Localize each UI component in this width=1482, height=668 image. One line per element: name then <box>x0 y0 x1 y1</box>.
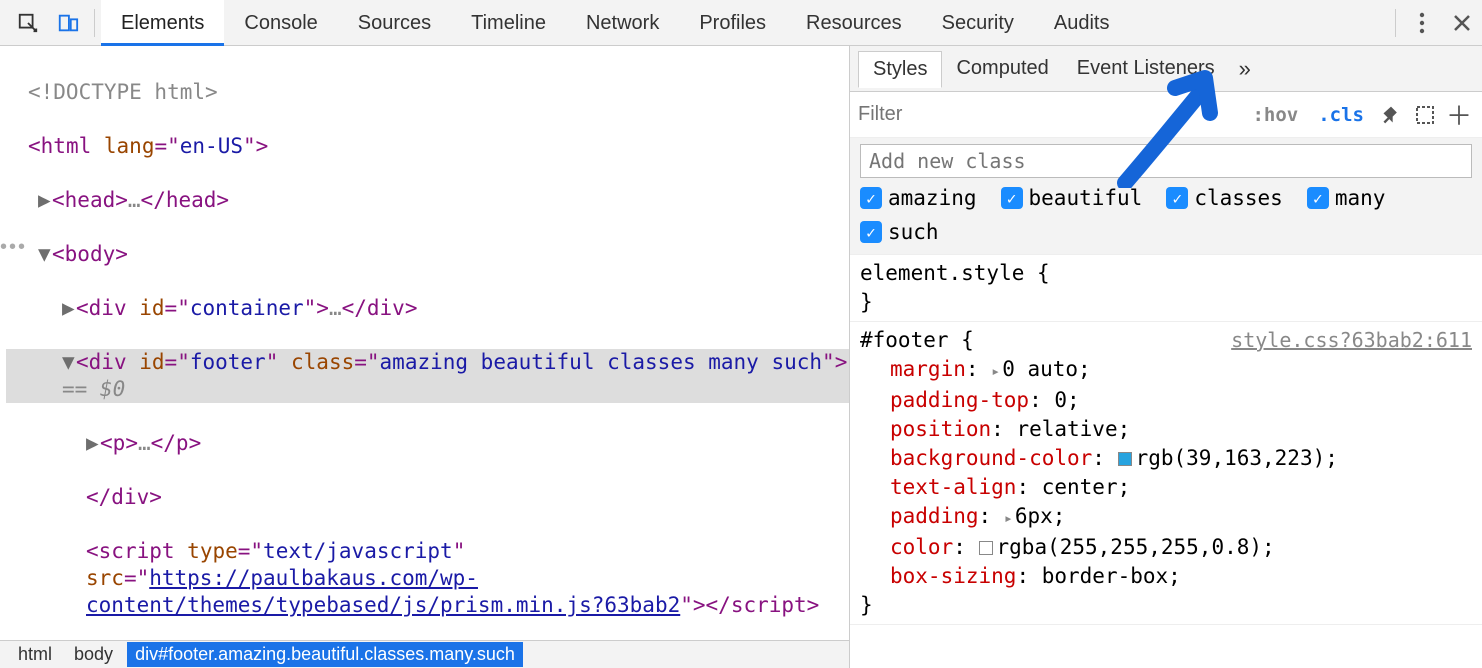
checkbox-checked-icon: ✓ <box>1307 187 1329 209</box>
class-editor: ✓amazing ✓beautiful ✓classes ✓many ✓such <box>850 138 1482 255</box>
color-swatch-icon[interactable] <box>979 541 993 555</box>
selected-dom-node[interactable]: ▼<div id="footer" class="amazing beautif… <box>6 349 849 403</box>
class-toggle-such[interactable]: ✓such <box>860 220 939 244</box>
expand-toggle-icon[interactable]: ▶ <box>86 430 98 457</box>
devtools-tab-audits[interactable]: Audits <box>1034 0 1130 46</box>
devtools-tab-resources[interactable]: Resources <box>786 0 922 46</box>
devtools-tab-profiles[interactable]: Profiles <box>679 0 786 46</box>
devtools-tab-network[interactable]: Network <box>566 0 679 46</box>
elements-panel: ••• <!DOCTYPE html> <html lang="en-US"> … <box>0 46 850 668</box>
devtools-tab-bar: ElementsConsoleSourcesTimelineNetworkPro… <box>0 0 1482 46</box>
checkbox-checked-icon: ✓ <box>860 221 882 243</box>
layout-icon[interactable] <box>1410 100 1440 130</box>
checkbox-checked-icon: ✓ <box>1166 187 1188 209</box>
inspect-icon[interactable] <box>8 0 48 46</box>
kebab-menu-icon[interactable] <box>1402 0 1442 46</box>
breadcrumb-item[interactable]: div#footer.amazing.beautiful.classes.man… <box>127 642 523 667</box>
new-rule-button[interactable]: ＋ <box>1444 100 1474 130</box>
expand-toggle-icon[interactable]: ▼ <box>38 241 50 268</box>
device-toggle-icon[interactable] <box>48 0 88 46</box>
doctype: <!DOCTYPE html> <box>28 80 218 104</box>
styles-subtab-computed[interactable]: Computed <box>942 51 1062 86</box>
styles-panel: StylesComputedEvent Listeners» :hov .cls… <box>850 46 1482 668</box>
devtools-tab-elements[interactable]: Elements <box>101 0 224 46</box>
class-checkboxes: ✓amazing ✓beautiful ✓classes ✓many ✓such <box>860 186 1472 244</box>
styles-tabs-overflow-icon[interactable]: » <box>1229 56 1261 82</box>
class-toggle-beautiful[interactable]: ✓beautiful <box>1001 186 1143 210</box>
expand-toggle-icon[interactable]: ▶ <box>38 187 50 214</box>
top-tabs: ElementsConsoleSourcesTimelineNetworkPro… <box>101 0 1130 46</box>
styles-filter-input[interactable] <box>858 103 1240 126</box>
checkbox-checked-icon: ✓ <box>860 187 882 209</box>
styles-filter-row: :hov .cls ＋ <box>850 92 1482 138</box>
css-rule[interactable]: style.css?63bab2:611#footer {margin: 0 a… <box>850 322 1482 625</box>
css-rule[interactable]: element.style {} <box>850 255 1482 322</box>
script-src-link[interactable]: https://paulbakaus.com/wp-content/themes… <box>86 566 680 617</box>
expand-toggle-icon[interactable]: ▼ <box>62 349 74 376</box>
devtools-tab-security[interactable]: Security <box>922 0 1034 46</box>
add-class-input[interactable] <box>860 144 1472 178</box>
class-toggle-amazing[interactable]: ✓amazing <box>860 186 977 210</box>
pin-icon[interactable] <box>1376 100 1406 130</box>
styles-tabs: StylesComputedEvent Listeners» <box>850 46 1482 92</box>
dom-tree[interactable]: <!DOCTYPE html> <html lang="en-US"> ▶<he… <box>0 46 849 640</box>
class-toggle-classes[interactable]: ✓classes <box>1166 186 1283 210</box>
color-swatch-icon[interactable] <box>1118 452 1132 466</box>
breadcrumb: htmlbodydiv#footer.amazing.beautiful.cla… <box>0 640 849 668</box>
expand-toggle-icon[interactable]: ▶ <box>62 295 74 322</box>
class-toggle-many[interactable]: ✓many <box>1307 186 1386 210</box>
devtools-tab-timeline[interactable]: Timeline <box>451 0 566 46</box>
styles-subtab-styles[interactable]: Styles <box>858 51 942 88</box>
checkbox-checked-icon: ✓ <box>1001 187 1023 209</box>
styles-subtab-event-listeners[interactable]: Event Listeners <box>1063 51 1229 86</box>
devtools-tab-sources[interactable]: Sources <box>338 0 451 46</box>
rule-source-link[interactable]: style.css?63bab2:611 <box>1231 326 1472 355</box>
devtools-tab-console[interactable]: Console <box>224 0 337 46</box>
cls-toggle[interactable]: .cls <box>1310 100 1372 130</box>
breadcrumb-item[interactable]: body <box>66 642 121 667</box>
hover-toggle[interactable]: :hov <box>1244 100 1306 130</box>
style-rules[interactable]: element.style {}style.css?63bab2:611#foo… <box>850 255 1482 668</box>
breadcrumb-item[interactable]: html <box>10 642 60 667</box>
close-icon[interactable] <box>1442 0 1482 46</box>
